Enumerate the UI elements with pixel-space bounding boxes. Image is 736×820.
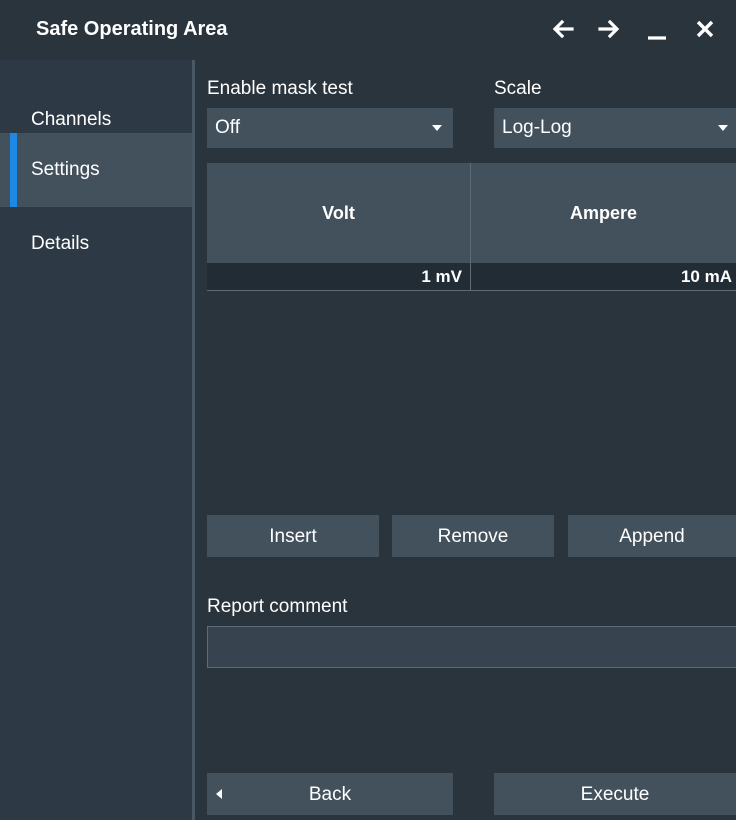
back-button[interactable]: Back <box>207 773 453 815</box>
column-header-volt[interactable]: Volt <box>207 203 470 224</box>
scale-dropdown[interactable]: Log-Log <box>494 108 736 148</box>
soa-table: Volt Ampere 1 mV 10 mA <box>207 163 736 291</box>
append-button[interactable]: Append <box>568 515 736 557</box>
volt-cell[interactable]: 1 mV <box>421 267 462 287</box>
close-icon[interactable] <box>690 14 720 44</box>
remove-button[interactable]: Remove <box>392 515 554 557</box>
back-button-label: Back <box>308 784 352 805</box>
insert-button[interactable]: Insert <box>207 515 379 557</box>
report-comment-label: Report comment <box>207 596 348 617</box>
sidebar-item-label: Channels <box>31 109 112 130</box>
remove-button-label: Remove <box>437 526 509 547</box>
mask-test-value: Off <box>215 117 240 138</box>
column-divider <box>470 163 471 291</box>
append-button-label: Append <box>619 526 685 547</box>
execute-button-label: Execute <box>580 784 650 805</box>
sidebar: Channels Settings Details <box>0 60 192 820</box>
table-row[interactable]: 1 mV 10 mA <box>207 263 736 290</box>
row-divider <box>207 290 736 291</box>
scale-label: Scale <box>494 78 542 99</box>
title-bar: Safe Operating Area <box>0 0 736 60</box>
sidebar-item-settings[interactable]: Settings <box>0 133 192 207</box>
window-title: Safe Operating Area <box>36 18 228 40</box>
chevron-down-icon <box>432 125 442 131</box>
mask-test-label: Enable mask test <box>207 78 353 99</box>
report-comment-input[interactable] <box>207 626 736 668</box>
chevron-down-icon <box>718 125 728 131</box>
table-header: Volt Ampere <box>207 163 736 263</box>
panel-divider <box>192 60 195 820</box>
sidebar-item-label: Details <box>31 233 90 254</box>
mask-test-dropdown[interactable]: Off <box>207 108 453 148</box>
sidebar-item-details[interactable]: Details <box>0 207 192 281</box>
arrow-left-icon[interactable] <box>548 14 578 44</box>
minimize-icon[interactable] <box>642 14 672 44</box>
ampere-cell[interactable]: 10 mA <box>681 267 732 287</box>
sidebar-item-label: Settings <box>31 159 100 180</box>
arrow-right-icon[interactable] <box>594 14 624 44</box>
execute-button[interactable]: Execute <box>494 773 736 815</box>
scale-value: Log-Log <box>502 117 572 138</box>
column-header-ampere[interactable]: Ampere <box>471 203 736 224</box>
insert-button-label: Insert <box>269 526 317 547</box>
active-indicator <box>10 133 17 207</box>
